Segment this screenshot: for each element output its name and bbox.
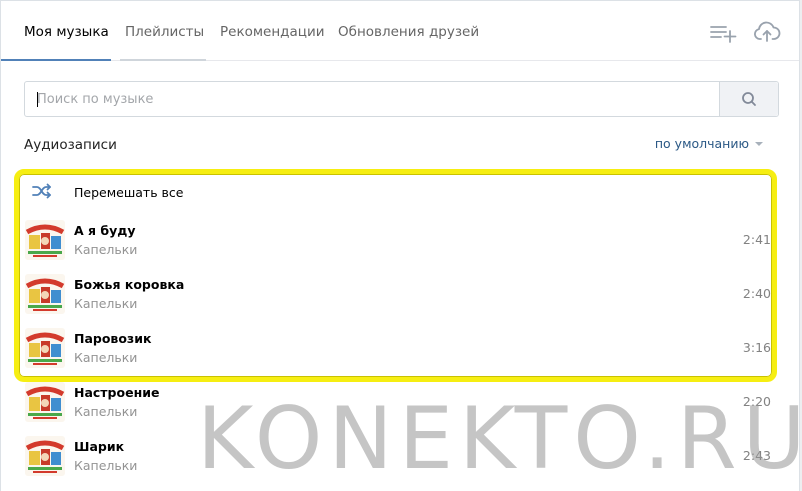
track-duration: 2:20: [742, 394, 771, 409]
tab-label: Плейлисты: [125, 24, 205, 40]
search-icon: [742, 92, 756, 106]
tab-label: Обновления друзей: [338, 24, 480, 40]
tab-my-music[interactable]: Моя музыка: [24, 1, 109, 61]
active-tab-indicator: [1, 59, 111, 61]
tab-recommendations[interactable]: Рекомендации: [220, 1, 325, 61]
shuffle-all-button[interactable]: Перемешать все: [19, 173, 774, 211]
track-artist[interactable]: Капельки: [74, 296, 137, 311]
add-playlist-icon[interactable]: [709, 20, 737, 44]
track-title[interactable]: Божья коровка: [74, 277, 184, 292]
track-duration: 3:16: [742, 340, 771, 355]
track-row[interactable]: Шарик Капельки 2:43: [19, 429, 779, 483]
hover-tab-indicator: [120, 59, 206, 61]
shuffle-icon: [32, 183, 51, 199]
track-title[interactable]: Шарик: [74, 439, 124, 454]
sort-dropdown[interactable]: по умолчанию: [655, 136, 749, 151]
upload-cloud-icon[interactable]: [753, 20, 781, 44]
album-cover[interactable]: [25, 220, 65, 260]
track-row[interactable]: А я буду Капельки 2:41: [19, 213, 779, 267]
track-artist[interactable]: Капельки: [74, 458, 137, 473]
track-row[interactable]: Божья коровка Капельки 2:40: [19, 267, 779, 321]
track-title[interactable]: Настроение: [74, 385, 159, 400]
track-artist[interactable]: Капельки: [74, 242, 137, 257]
tab-playlists[interactable]: Плейлисты: [125, 1, 204, 61]
search-box: [24, 81, 779, 117]
track-row[interactable]: Паровозик Капельки 3:16: [19, 321, 779, 375]
track-artist[interactable]: Капельки: [74, 350, 137, 365]
tab-bar: Моя музыка Плейлисты Рекомендации Обновл…: [1, 1, 799, 61]
section-title: Аудиозаписи: [24, 137, 117, 153]
track-title[interactable]: А я буду: [74, 223, 136, 238]
album-cover[interactable]: [25, 328, 65, 368]
track-row[interactable]: Настроение Капельки 2:20: [19, 375, 779, 429]
search-input[interactable]: [25, 82, 720, 116]
album-cover[interactable]: [25, 436, 65, 476]
audio-panel: Моя музыка Плейлисты Рекомендации Обновл…: [0, 0, 800, 491]
shuffle-label: Перемешать все: [74, 185, 184, 200]
album-cover[interactable]: [25, 274, 65, 314]
album-cover[interactable]: [25, 382, 65, 422]
tab-label: Рекомендации: [220, 24, 325, 40]
track-artist[interactable]: Капельки: [74, 404, 137, 419]
tab-friends-updates[interactable]: Обновления друзей: [338, 1, 479, 61]
text-caret: [37, 92, 38, 107]
track-duration: 2:43: [742, 448, 771, 463]
track-duration: 2:41: [742, 232, 771, 247]
chevron-down-icon[interactable]: [755, 142, 763, 146]
track-title[interactable]: Паровозик: [74, 331, 151, 346]
search-button[interactable]: [719, 82, 778, 116]
tab-label: Моя музыка: [24, 24, 109, 40]
track-duration: 2:40: [742, 286, 771, 301]
